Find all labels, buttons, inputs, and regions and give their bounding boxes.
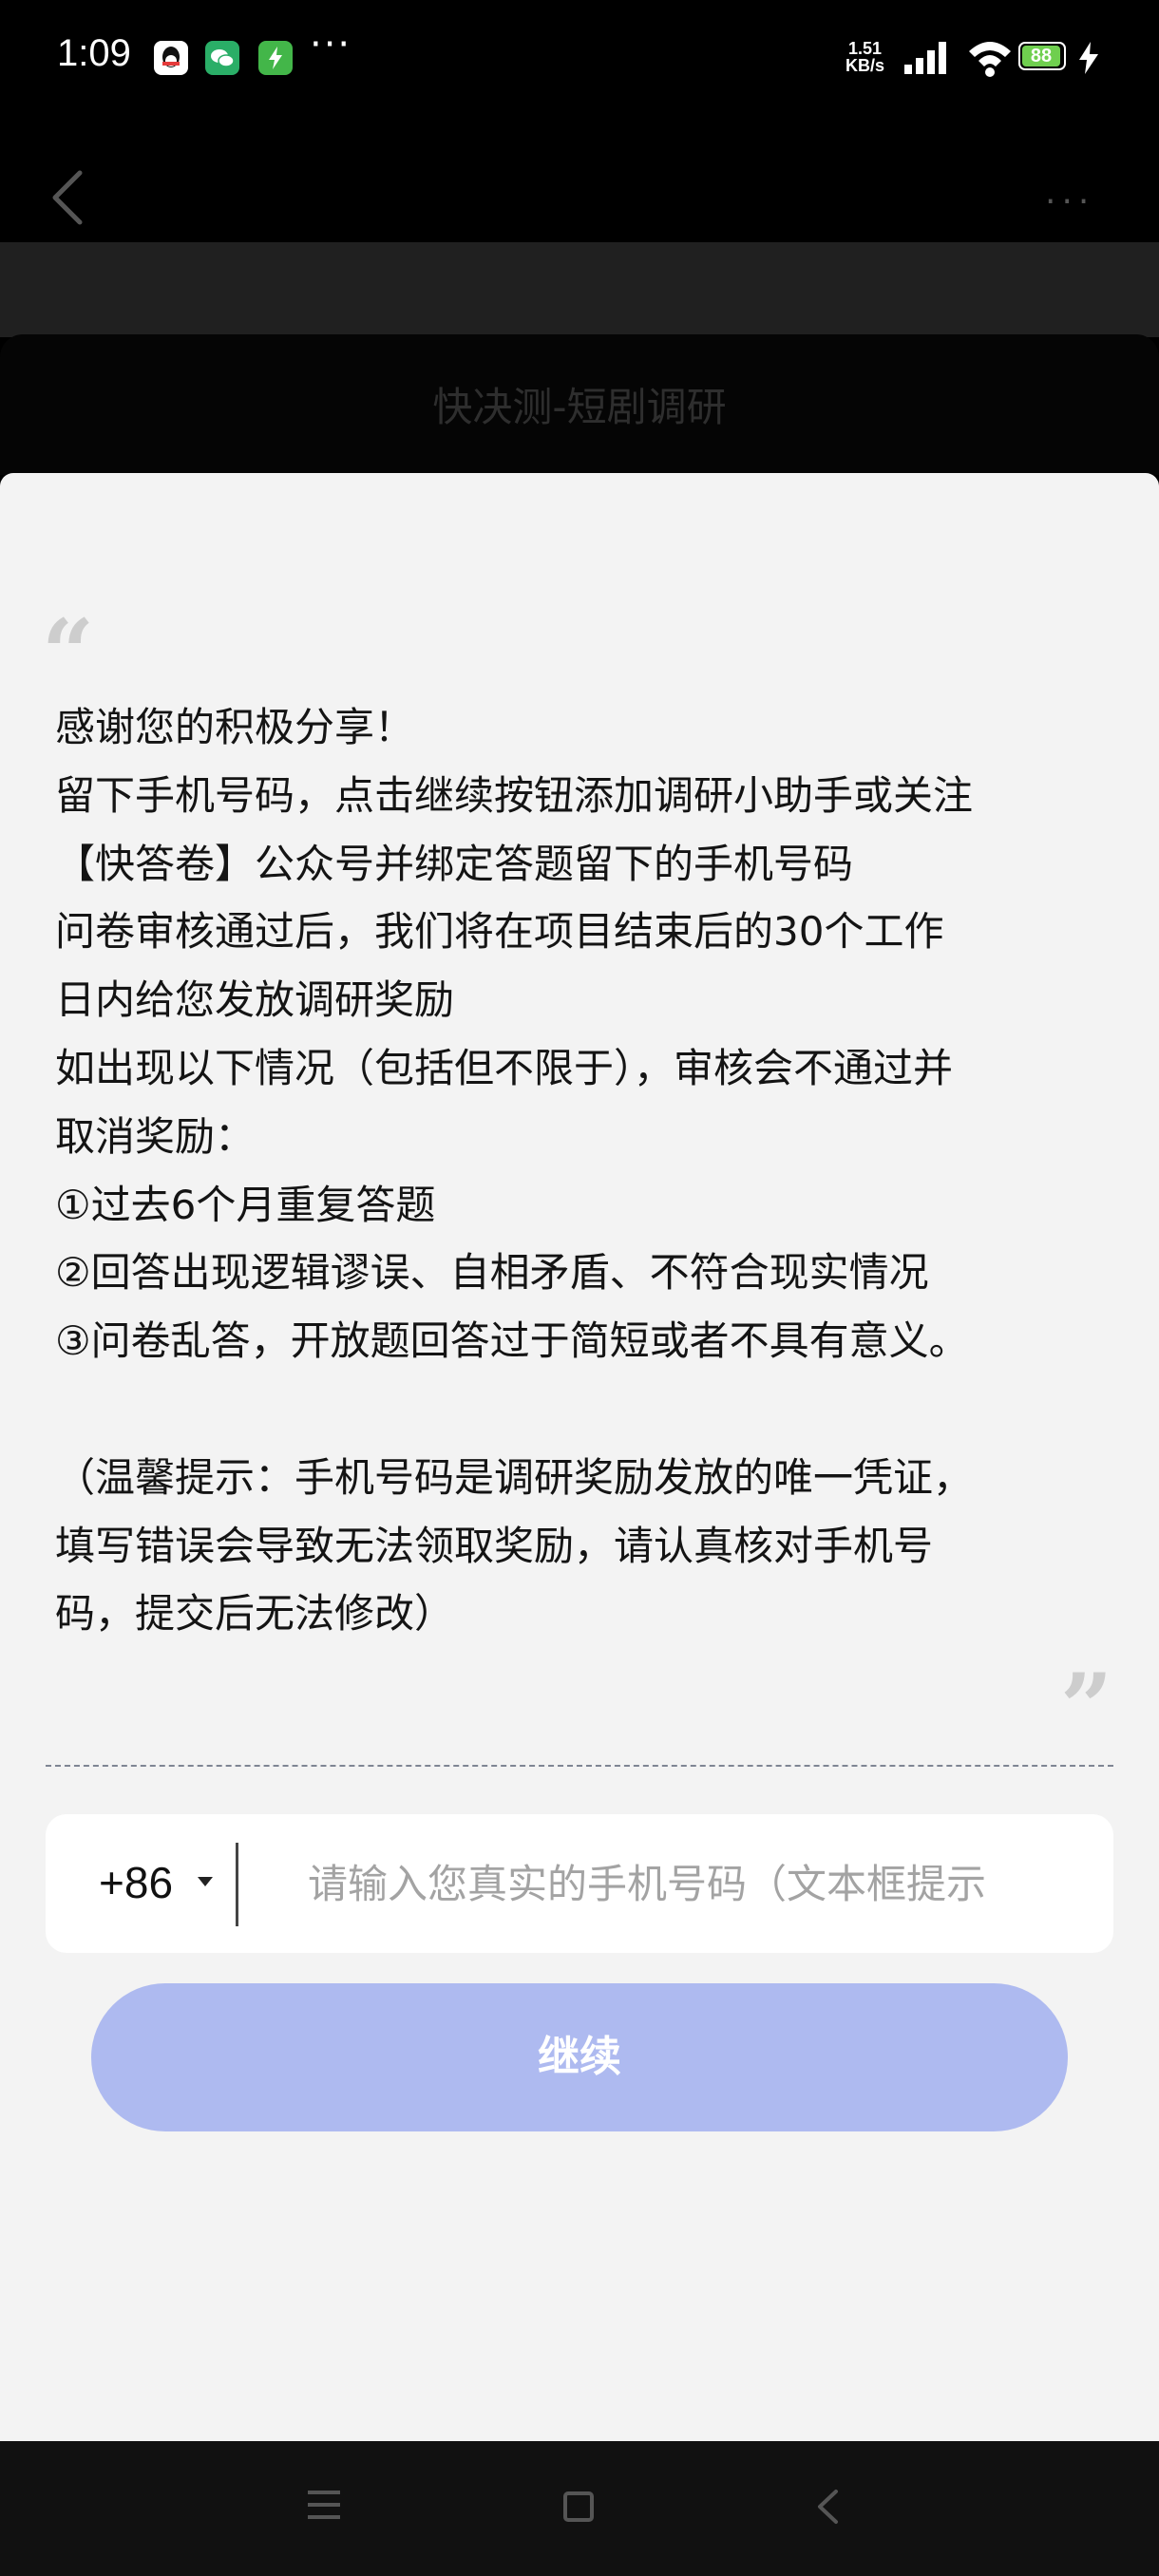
open-quote-icon: “ — [42, 599, 95, 707]
network-speed: 1.51 KB/s — [846, 40, 884, 74]
network-speed-unit: KB/s — [846, 56, 885, 75]
chevron-down-icon[interactable] — [198, 1877, 213, 1886]
status-time: 1:09 — [57, 32, 131, 74]
qq-icon — [154, 41, 188, 75]
wechat-icon — [205, 41, 239, 75]
back-arrow-icon[interactable] — [49, 169, 86, 226]
notice-line: 取消奖励： — [55, 1112, 256, 1160]
status-more-dots: ··· — [310, 23, 352, 66]
wifi-icon — [965, 38, 1015, 82]
notice-line: ①过去6个月重复答题 — [55, 1181, 436, 1228]
battery-icon: 88 — [1018, 42, 1066, 70]
battery-level: 88 — [1030, 46, 1053, 66]
notice-text: 感谢您的积极分享！ 留下手机号码，点击继续按钮添加调研小助手或关注 【快答卷】公… — [55, 693, 1119, 1648]
notice-line: （温馨提示：手机号码是调研奖励发放的唯一凭证， — [55, 1453, 974, 1501]
notice-line: 【快答卷】公众号并绑定答题留下的手机号码 — [55, 840, 854, 887]
back-chevron-icon[interactable] — [815, 2489, 840, 2529]
close-quote-icon: ” — [1060, 1654, 1113, 1761]
notice-line: 码，提交后无法修改） — [55, 1590, 455, 1638]
notice-line: 感谢您的积极分享！ — [55, 704, 415, 750]
notice-line: 问卷审核通过后，我们将在项目结束后的30个工作 — [55, 908, 944, 956]
country-code-selector[interactable]: +86 — [99, 1857, 173, 1908]
notice-line: 日内给您发放调研奖励 — [55, 976, 455, 1024]
phone-number-input[interactable] — [255, 1828, 1083, 1939]
notice-line: ②回答出现逻辑谬误、自相矛盾、不符合现实情况 — [55, 1249, 929, 1297]
notice-line: 填写错误会导致无法领取奖励，请认真核对手机号 — [55, 1522, 934, 1569]
menu-icon[interactable] — [306, 2489, 342, 2525]
continue-button[interactable]: 继续 — [91, 1983, 1068, 2131]
dashed-divider — [46, 1765, 1113, 1767]
charging-app-icon — [258, 41, 293, 75]
notice-blank-line — [55, 1375, 1119, 1444]
page-title: 快决测-短剧调研 — [432, 384, 727, 430]
notice-line: ③问卷乱答，开放题回答过于简短或者不具有意义。 — [55, 1317, 969, 1365]
more-options-button[interactable]: ··· — [1045, 182, 1094, 221]
network-speed-value: 1.51 — [847, 39, 883, 58]
signal-icon — [902, 40, 952, 80]
dimmed-background — [0, 242, 1159, 337]
notice-line: 如出现以下情况（包括但不限于），审核会不通过并 — [55, 1044, 954, 1091]
app-header — [0, 119, 1159, 242]
charging-bolt-icon — [1077, 42, 1100, 78]
home-square-icon[interactable] — [562, 2491, 595, 2527]
input-separator — [236, 1843, 238, 1926]
notice-line: 留下手机号码，点击继续按钮添加调研小助手或关注 — [55, 771, 974, 819]
